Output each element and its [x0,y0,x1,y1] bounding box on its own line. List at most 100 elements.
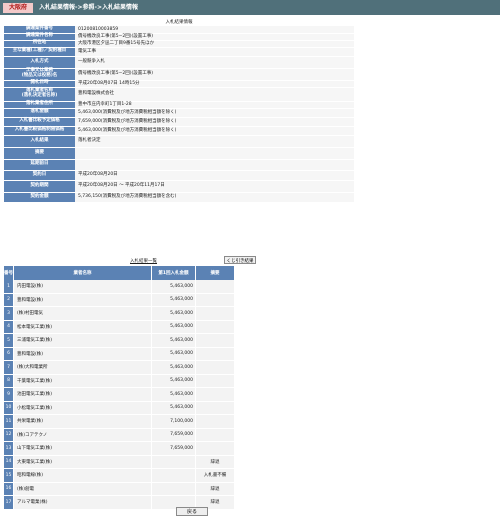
detail-key: 工事又は業務 (物品又は役務)名 [4,68,75,81]
bid-amount: 5,463,000 [151,293,196,307]
table-row: 7 (株)大和電業所 5,463,000 [4,360,235,375]
detail-key: 調達案件番号 [4,26,75,34]
detail-row: 調達案件名称 償号機改良工事(第5−2回)(設置工事) [4,33,354,41]
remarks: 辞退 [195,455,235,469]
breadcrumb: 入札結果情報->参照->入札結果情報 [39,4,139,11]
table-row: 5 三浦電気工業(株) 5,463,000 [4,333,235,348]
bid-amount: 7,659,000 [151,428,196,442]
detail-key: 所在地 [4,40,75,48]
bid-amount: 5,463,000 [151,374,196,388]
col-header-amount: 第1回入札金額 [151,266,196,280]
detail-row: 契約日 平成20年08月20日 [4,170,354,181]
bid-amount: 5,463,000 [151,306,196,321]
bid-amount [151,482,196,496]
row-number: 8 [4,374,14,388]
row-number: 16 [4,482,14,496]
remarks [195,306,235,321]
bidder-name: (株)大和電業所 [13,360,152,375]
detail-value: 5,736,150(消費税及び地方消費税相当額を含む) [75,192,354,203]
row-number: 4 [4,320,14,334]
detail-value: 7,659,000(消費税及び地方消費税相当額を除く) [75,117,354,127]
detail-row: 所在地 大阪市港区夕凪二丁目9番15号先ほか [4,40,354,48]
bid-amount: 5,463,000 [151,387,196,402]
row-number: 5 [4,333,14,348]
col-header-no: 番号 [4,266,14,280]
remarks [195,387,235,402]
row-number: 11 [4,414,14,429]
detail-key: 落札業者住所 [4,101,75,109]
detail-row: 調達案件番号 01200810003859 [4,26,354,34]
result-list-title: 入札結果一覧 [130,259,157,264]
table-row: 1 内田電設(株) 5,463,000 [4,280,235,294]
table-row: 6 豊和電設(株) 5,463,000 [4,347,235,361]
lottery-result-button[interactable]: くじ引き結果 [224,256,256,264]
remarks [195,374,235,388]
remarks [195,347,235,361]
detail-row: 入札書比較価格制限価格 5,463,000(消費税及び地方消費税相当額を除く) [4,126,354,136]
table-row: 13 山下電気工業(株) 7,659,000 [4,441,235,456]
detail-row: 延期前日 [4,159,354,171]
table-row: 16 (株)創電 辞退 [4,482,235,496]
detail-value: 豊中市庄内幸町1丁目1-28 [75,101,354,109]
bidder-name: (株)創電 [13,482,152,496]
bid-amount: 5,463,000 [151,320,196,334]
back-button[interactable]: 戻る [176,507,208,516]
bid-amount: 5,463,000 [151,333,196,348]
table-row: 4 松本電気工業(株) 5,463,000 [4,320,235,334]
row-number: 13 [4,441,14,456]
detail-key: 調達案件名称 [4,33,75,41]
table-row: 3 (株)村田電気 5,463,000 [4,306,235,321]
table-row: 15 昭和電線(株) 入札書不備 [4,468,235,483]
detail-key: 入札書比較予定価格 [4,117,75,127]
bidder-name: 昭和電線(株) [13,468,152,483]
row-number: 1 [4,280,14,294]
detail-value: 電気工事 [75,47,354,57]
bidder-name: 三浦電気工業(株) [13,333,152,348]
bid-amount: 5,463,000 [151,280,196,294]
detail-value: 平成20年08月20日 [75,170,354,181]
detail-key: 契約日 [4,170,75,181]
row-number: 6 [4,347,14,361]
row-number: 3 [4,306,14,321]
remarks [195,414,235,429]
bidder-name: (株)コアテクノ [13,428,152,442]
remarks [195,401,235,415]
detail-key: 主な業種(工種)／契約種目 [4,47,75,57]
detail-key: 入札結果 [4,135,75,148]
row-number: 10 [4,401,14,415]
detail-value: 平成20年08月07日 14時15分 [75,80,354,88]
detail-row: 開札日時 平成20年08月07日 14時15分 [4,80,354,88]
detail-value [75,159,354,171]
detail-key: 入札方式 [4,56,75,69]
table-row: 11 共栄電業(株) 7,100,000 [4,414,235,429]
bidder-name: 山下電気工業(株) [13,441,152,456]
row-number: 2 [4,293,14,307]
remarks: 辞退 [195,482,235,496]
detail-row: 落札業者住所 豊中市庄内幸町1丁目1-28 [4,101,354,109]
detail-value: 落札者決定 [75,135,354,148]
table-row: 10 小松電気工業(株) 5,463,000 [4,401,235,415]
bidder-name: 豊和電設(株) [13,347,152,361]
table-row: 14 大東電気工業(株) 辞退 [4,455,235,469]
remarks: 入札書不備 [195,468,235,483]
bidder-name: 池田電気工業(株) [13,387,152,402]
detail-key: 開札日時 [4,80,75,88]
detail-value: 5,463,000(消費税及び地方消費税相当額を除く) [75,126,354,136]
row-number: 7 [4,360,14,375]
detail-row: 入札方式 一般競争入札 [4,56,354,69]
row-number: 12 [4,428,14,442]
col-header-bidder: 業者名称 [13,266,152,280]
detail-value: 大阪市港区夕凪二丁目9番15号先ほか [75,40,354,48]
bid-amount [151,455,196,469]
detail-row: 主な業種(工種)／契約種目 電気工事 [4,47,354,57]
bidder-name: 共栄電業(株) [13,414,152,429]
remarks [195,293,235,307]
bidder-name: 大東電気工業(株) [13,455,152,469]
prefecture-badge: 大阪府 [3,3,33,13]
bidder-name: 内田電設(株) [13,280,152,294]
detail-key: 摘要 [4,147,75,160]
table-row: 9 池田電気工業(株) 5,463,000 [4,387,235,402]
detail-row: 契約金額 5,736,150(消費税及び地方消費税相当額を含む) [4,192,354,203]
remarks [195,333,235,348]
detail-value [75,147,354,160]
